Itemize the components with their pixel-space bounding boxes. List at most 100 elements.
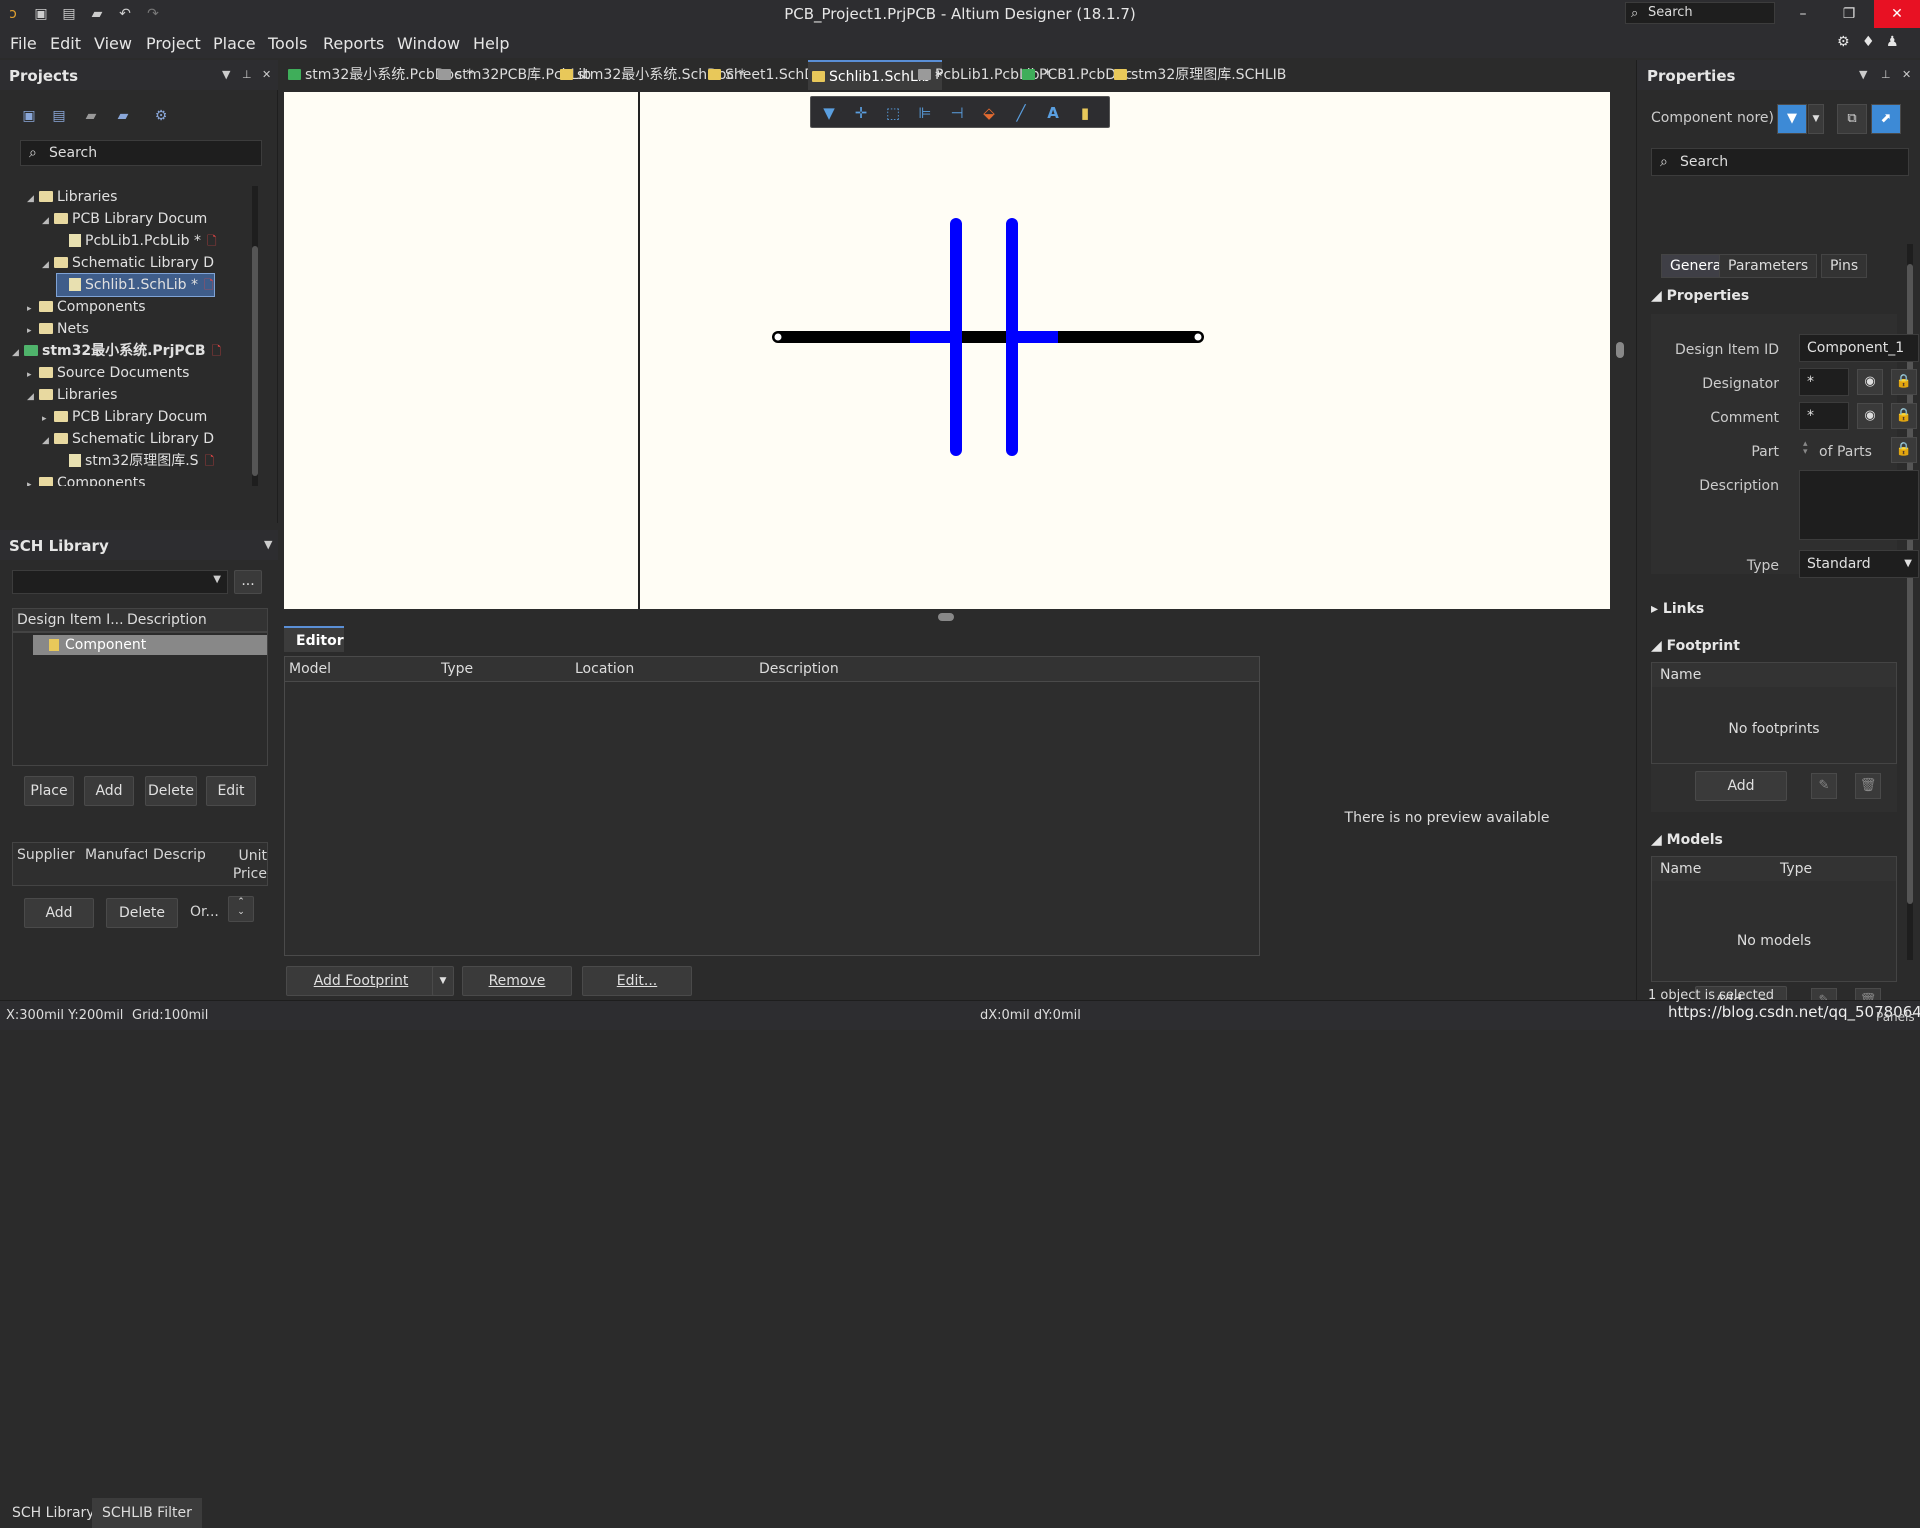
comment-field[interactable]: * — [1799, 402, 1849, 430]
document-tab[interactable]: stm32原理图库.SCHLIB — [1110, 60, 1286, 90]
col-location[interactable]: Location — [575, 657, 634, 681]
menu-edit[interactable]: Edit — [50, 34, 81, 53]
col-type[interactable]: Type — [441, 657, 473, 681]
menu-view[interactable]: View — [94, 34, 132, 53]
tree-folder-node[interactable]: ▸ Components — [27, 296, 146, 318]
col-model[interactable]: Model — [289, 657, 331, 681]
tree-document-node[interactable]: Schlib1.SchLib * 🗋 — [56, 273, 215, 297]
visibility-eye-icon[interactable]: ◉ — [1857, 369, 1883, 395]
tree-document-node[interactable]: stm32原理图库.S 🗋 — [57, 450, 214, 472]
type-select[interactable]: Standard ▼ — [1799, 550, 1919, 578]
save-all-project-icon[interactable]: ▤ — [50, 108, 68, 126]
add-footprint-button[interactable]: Add — [1695, 771, 1787, 801]
designator-field[interactable]: * — [1799, 368, 1849, 396]
tree-scrollbar[interactable] — [252, 186, 258, 486]
tree-folder-node[interactable]: ◢ Libraries — [27, 186, 117, 208]
edit-pencil-icon[interactable]: ✎ — [1811, 773, 1837, 799]
col-footprint-name[interactable]: Name — [1652, 663, 1896, 687]
tree-folder-node[interactable]: ◢ Schematic Library D — [42, 428, 214, 450]
tree-folder-node[interactable]: ▸ Source Documents — [27, 362, 189, 384]
tree-project-node[interactable]: ◢ stm32最小系统.PrjPCB 🗋 — [12, 340, 221, 362]
library-filter-combo[interactable]: ▼ — [12, 570, 228, 594]
panel-menu-icon[interactable]: ▼ — [1859, 68, 1867, 81]
panel-close-icon[interactable]: ✕ — [1902, 68, 1911, 81]
menu-tools[interactable]: Tools — [268, 34, 307, 53]
visibility-eye-icon[interactable]: ◉ — [1857, 403, 1883, 429]
preferences-icon[interactable]: ⚙ — [152, 108, 170, 126]
select-object-icon[interactable]: ⬈ — [1871, 104, 1901, 134]
place-button[interactable]: Place — [24, 776, 74, 806]
tree-folder-node[interactable]: ▸ PCB Library Docum — [42, 406, 207, 428]
col-manufacturer[interactable]: Manufactu — [85, 847, 147, 863]
section-links[interactable]: ▸ Links — [1651, 601, 1704, 617]
panels-button[interactable]: Panels — [1876, 1010, 1915, 1024]
restore-button[interactable]: ❐ — [1826, 0, 1872, 28]
menu-file[interactable]: File — [10, 34, 37, 53]
col-supplier[interactable]: Supplier — [17, 847, 75, 863]
panel-menu-icon[interactable]: ▼ — [264, 538, 272, 551]
col-design-item[interactable]: Design Item I... — [17, 609, 124, 631]
collapsed-arrow-icon[interactable]: ▸ — [27, 474, 39, 486]
schematic-canvas[interactable]: ▼ ✛ ⬚ ⊫ ⊣ ⬙ ╱ A ▮ — [284, 92, 1610, 609]
part-spinner[interactable]: ▴ ▾ — [1803, 440, 1808, 457]
col-unit-price[interactable]: Unit Price — [223, 847, 267, 883]
add-model-dropdown-button[interactable]: ▼ — [432, 966, 454, 996]
list-item[interactable]: Component — [33, 635, 267, 655]
lock-icon[interactable]: 🔒 — [1891, 369, 1917, 395]
minimize-button[interactable]: – — [1780, 0, 1826, 28]
edit-model-button[interactable]: Edit... — [582, 966, 692, 996]
select-mask-icon[interactable]: ⧉ — [1837, 104, 1867, 134]
tab-sch-library[interactable]: SCH Library — [2, 1498, 105, 1528]
settings-gear-icon[interactable]: ⚙ — [1837, 34, 1850, 50]
tab-pins[interactable]: Pins — [1821, 254, 1868, 278]
tree-folder-node[interactable]: ▸ Nets — [27, 318, 89, 340]
menu-reports[interactable]: Reports — [323, 34, 384, 53]
filter-icon[interactable]: ▼ — [1777, 104, 1807, 134]
project-options-icon[interactable]: ▰ — [114, 108, 132, 126]
expanded-arrow-icon[interactable]: ◢ — [27, 386, 39, 408]
panel-close-icon[interactable]: ✕ — [262, 68, 271, 81]
col-description[interactable]: Description — [127, 609, 207, 631]
delete-trash-icon[interactable]: 🗑 — [1855, 773, 1881, 799]
design-item-id-field[interactable]: Component_1 — [1799, 334, 1919, 362]
global-search-input[interactable]: ⌕ Search — [1625, 2, 1775, 24]
tree-document-node[interactable]: PcbLib1.PcbLib * 🗋 — [57, 230, 217, 252]
menu-place[interactable]: Place — [213, 34, 256, 53]
remove-model-button[interactable]: Remove — [462, 966, 572, 996]
expanded-arrow-icon[interactable]: ◢ — [42, 254, 54, 276]
lock-icon[interactable]: 🔒 — [1891, 437, 1917, 463]
add-footprint-button[interactable]: Add Footprint — [286, 966, 436, 996]
tab-parameters[interactable]: Parameters — [1719, 254, 1818, 278]
add-supplier-button[interactable]: Add — [24, 898, 94, 928]
tree-folder-node[interactable]: ▸ Components — [27, 472, 146, 486]
menu-help[interactable]: Help — [473, 34, 509, 53]
collapsed-arrow-icon[interactable]: ▸ — [42, 408, 54, 430]
menu-project[interactable]: Project — [146, 34, 201, 53]
chevron-down-icon[interactable]: ▼ — [1808, 104, 1824, 134]
collapsed-arrow-icon[interactable]: ▸ — [27, 364, 39, 386]
pin-icon[interactable]: ⊥ — [242, 68, 252, 81]
capacitor-symbol[interactable] — [284, 92, 1610, 609]
tree-folder-node[interactable]: ◢ Schematic Library D — [42, 252, 214, 274]
col-model-name[interactable]: Name — [1660, 861, 1701, 877]
section-footprint[interactable]: ◢ Footprint — [1651, 638, 1740, 654]
lock-icon[interactable]: 🔒 — [1891, 403, 1917, 429]
canvas-vscroll[interactable] — [1612, 92, 1630, 609]
tree-folder-node[interactable]: ◢ Libraries — [27, 384, 117, 406]
section-models[interactable]: ◢ Models — [1651, 832, 1723, 848]
expanded-arrow-icon[interactable]: ◢ — [12, 342, 24, 364]
canvas-hscroll[interactable] — [284, 610, 1610, 624]
col-description[interactable]: Description — [759, 657, 839, 681]
collapsed-arrow-icon[interactable]: ▸ — [27, 298, 39, 320]
collapsed-arrow-icon[interactable]: ▸ — [27, 320, 39, 342]
delete-component-button[interactable]: Delete — [145, 776, 197, 806]
menu-window[interactable]: Window — [397, 34, 460, 53]
spin-icon[interactable]: ⌃ ⌄ — [228, 896, 254, 922]
close-button[interactable]: ✕ — [1874, 0, 1920, 28]
tab-editor[interactable]: Editor — [284, 626, 344, 652]
expanded-arrow-icon[interactable]: ◢ — [27, 188, 39, 210]
properties-search-input[interactable]: ⌕ Search — [1651, 148, 1909, 176]
section-properties[interactable]: ◢ Properties — [1651, 288, 1749, 304]
tree-folder-node[interactable]: ◢ PCB Library Docum — [42, 208, 207, 230]
add-component-button[interactable]: Add — [84, 776, 134, 806]
